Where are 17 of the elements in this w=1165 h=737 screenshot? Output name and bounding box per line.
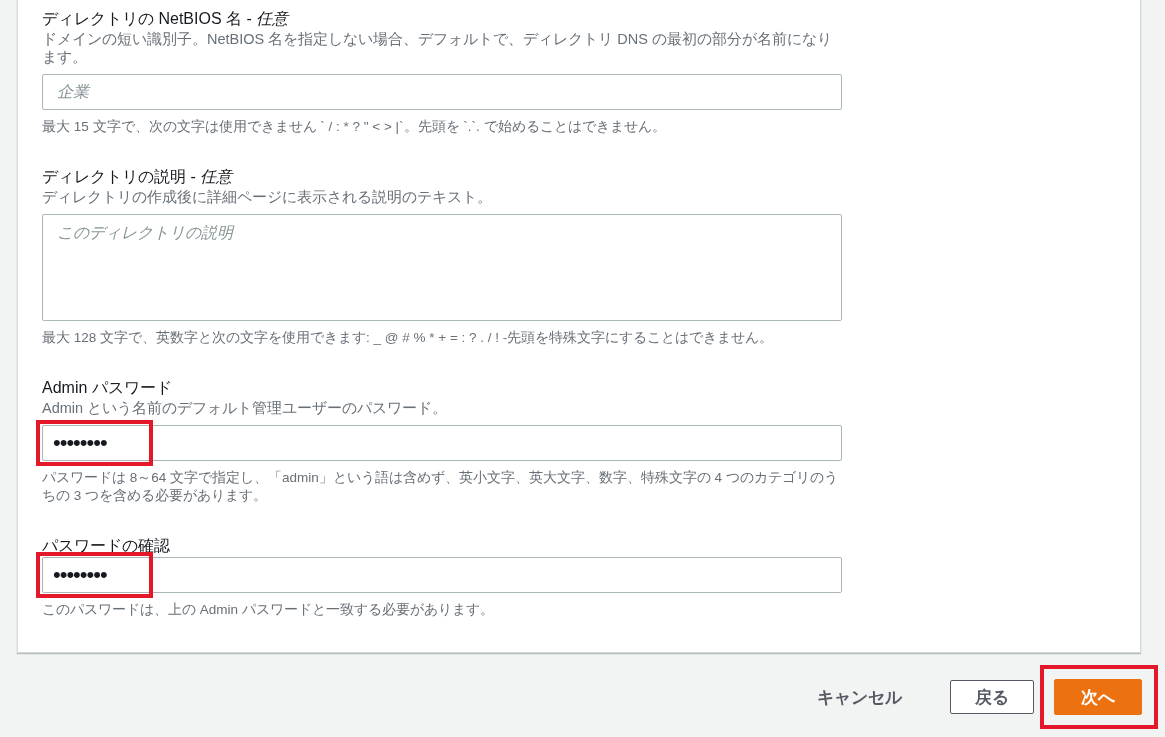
cancel-link[interactable]: キャンセル bbox=[817, 679, 926, 715]
field-hint: 最大 128 文字で、英数字と次の文字を使用できます: _ @ # % * + = : ? . / ! -先頭を特殊文字にすることはできません。 bbox=[42, 329, 775, 347]
field-hint: このパスワードは、上の Admin パスワードと一致する必要があります。 bbox=[42, 601, 495, 619]
field-label: ディレクトリの説明 - 任意 bbox=[42, 167, 235, 187]
field-description: ディレクトリの作成後に詳細ページに表示される説明のテキスト。 bbox=[42, 188, 493, 206]
field-label: パスワードの確認 bbox=[42, 536, 171, 556]
field-hint: 最大 15 文字で、次の文字は使用できません ` / : * ? " < > |`。先頭を `.`. で始めることはできません。 bbox=[42, 118, 667, 136]
password-field[interactable]: •••••••• bbox=[42, 425, 842, 461]
field-hint: パスワードは 8～64 文字で指定し、「admin」という語は含めず、英小文字、英大文字、数字、特殊文字の 4 つのカテゴリのうちの 3 つを含める必要があります。 bbox=[42, 469, 839, 505]
description-field[interactable]: このディレクトリの説明 bbox=[42, 214, 842, 321]
field-label: Admin パスワード bbox=[42, 378, 173, 398]
text-field[interactable]: 企業 bbox=[42, 74, 842, 110]
field-description: Admin という名前のデフォルト管理ユーザーのパスワード。 bbox=[42, 399, 449, 417]
back-button[interactable]: 戻る bbox=[950, 680, 1034, 714]
field-description: ドメインの短い識別子。NetBIOS 名を指定しない場合、デフォルトで、ディレクトリ DNS の最初の部分が名前になります。 bbox=[42, 30, 833, 66]
password-field[interactable]: •••••••• bbox=[42, 557, 842, 593]
field-label: ディレクトリの NetBIOS 名 - 任意 bbox=[42, 9, 291, 29]
